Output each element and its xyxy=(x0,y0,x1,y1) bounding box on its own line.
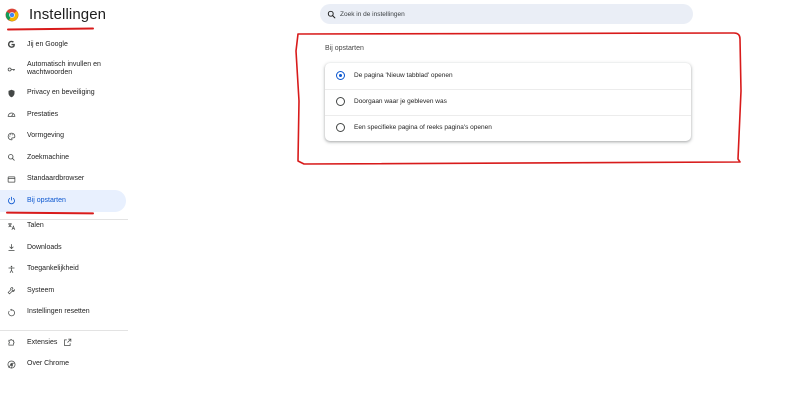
sidebar-item-label: Prestaties xyxy=(27,110,59,118)
shield-icon xyxy=(6,88,16,98)
download-icon xyxy=(6,243,16,253)
reset-icon xyxy=(6,307,16,317)
sidebar-item-prestaties[interactable]: Prestaties xyxy=(0,104,128,126)
sidebar-item-instellingen-resetten[interactable]: Instellingen resetten xyxy=(0,302,128,324)
sidebar-item-label: Toegankelijkheid xyxy=(27,265,79,273)
palette-icon xyxy=(6,131,16,141)
sidebar-item-label: Standaardbrowser xyxy=(27,175,85,183)
sidebar-item-label: Systeem xyxy=(27,286,55,294)
sidebar-item-label: Talen xyxy=(27,222,44,230)
browser-window-icon xyxy=(6,174,16,184)
external-link-icon xyxy=(64,339,72,347)
annotation-underline-title xyxy=(6,27,95,31)
sidebar-item-label: Extensies xyxy=(27,338,58,346)
speedometer-icon xyxy=(6,110,16,120)
sidebar-divider xyxy=(0,330,128,331)
sidebar-divider xyxy=(0,219,128,220)
sidebar-item-systeem[interactable]: Systeem xyxy=(0,280,128,302)
sidebar-item-label: Bij opstarten xyxy=(27,196,66,204)
sidebar-item-downloads[interactable]: Downloads xyxy=(0,237,128,259)
wrench-icon xyxy=(6,286,16,296)
sidebar-item-extensies[interactable]: Extensies xyxy=(0,332,128,354)
sidebar-item-privacy[interactable]: Privacy en beveiliging xyxy=(0,83,128,105)
accessibility-icon xyxy=(6,264,16,274)
sidebar-item-label: Over Chrome xyxy=(27,360,70,368)
sidebar-item-label: Zoekmachine xyxy=(27,153,70,161)
sidebar-item-bij-opstarten[interactable]: Bij opstarten xyxy=(0,190,126,212)
chrome-logo-icon xyxy=(6,359,16,369)
sidebar-item-label: Vormgeving xyxy=(27,132,64,140)
sidebar-item-label: Automatisch invullen en wachtwoorden xyxy=(27,61,101,76)
sidebar-item-label: Privacy en beveiliging xyxy=(27,89,95,97)
sidebar-item-jij-en-google[interactable]: Jij en Google xyxy=(0,34,128,56)
annotation-box xyxy=(295,32,742,165)
sidebar-item-label: Downloads xyxy=(27,243,62,251)
search-icon xyxy=(327,10,336,18)
page-title: Instellingen xyxy=(29,6,107,23)
puzzle-icon xyxy=(6,338,16,348)
power-icon xyxy=(6,196,16,206)
translate-icon xyxy=(6,221,16,231)
search-bar[interactable] xyxy=(320,4,693,24)
sidebar-item-autofill[interactable]: Automatisch invullen en wachtwoorden xyxy=(0,56,128,83)
search-icon xyxy=(6,153,16,163)
chrome-logo-icon xyxy=(5,8,19,22)
sidebar-item-vormgeving[interactable]: Vormgeving xyxy=(0,126,128,148)
sidebar-item-toegankelijkheid[interactable]: Toegankelijkheid xyxy=(0,259,128,281)
sidebar-item-over-chrome[interactable]: Over Chrome xyxy=(0,354,128,376)
google-g-icon xyxy=(6,40,16,50)
key-icon xyxy=(6,64,16,74)
sidebar-item-label: Instellingen resetten xyxy=(27,308,90,316)
sidebar-item-zoekmachine[interactable]: Zoekmachine xyxy=(0,147,128,169)
search-input[interactable] xyxy=(340,10,660,18)
sidebar-item-label: Jij en Google xyxy=(27,40,68,48)
sidebar-item-standaardbrowser[interactable]: Standaardbrowser xyxy=(0,169,128,191)
sidebar-nav: Jij en Google Automatisch invullen en wa… xyxy=(0,34,128,375)
